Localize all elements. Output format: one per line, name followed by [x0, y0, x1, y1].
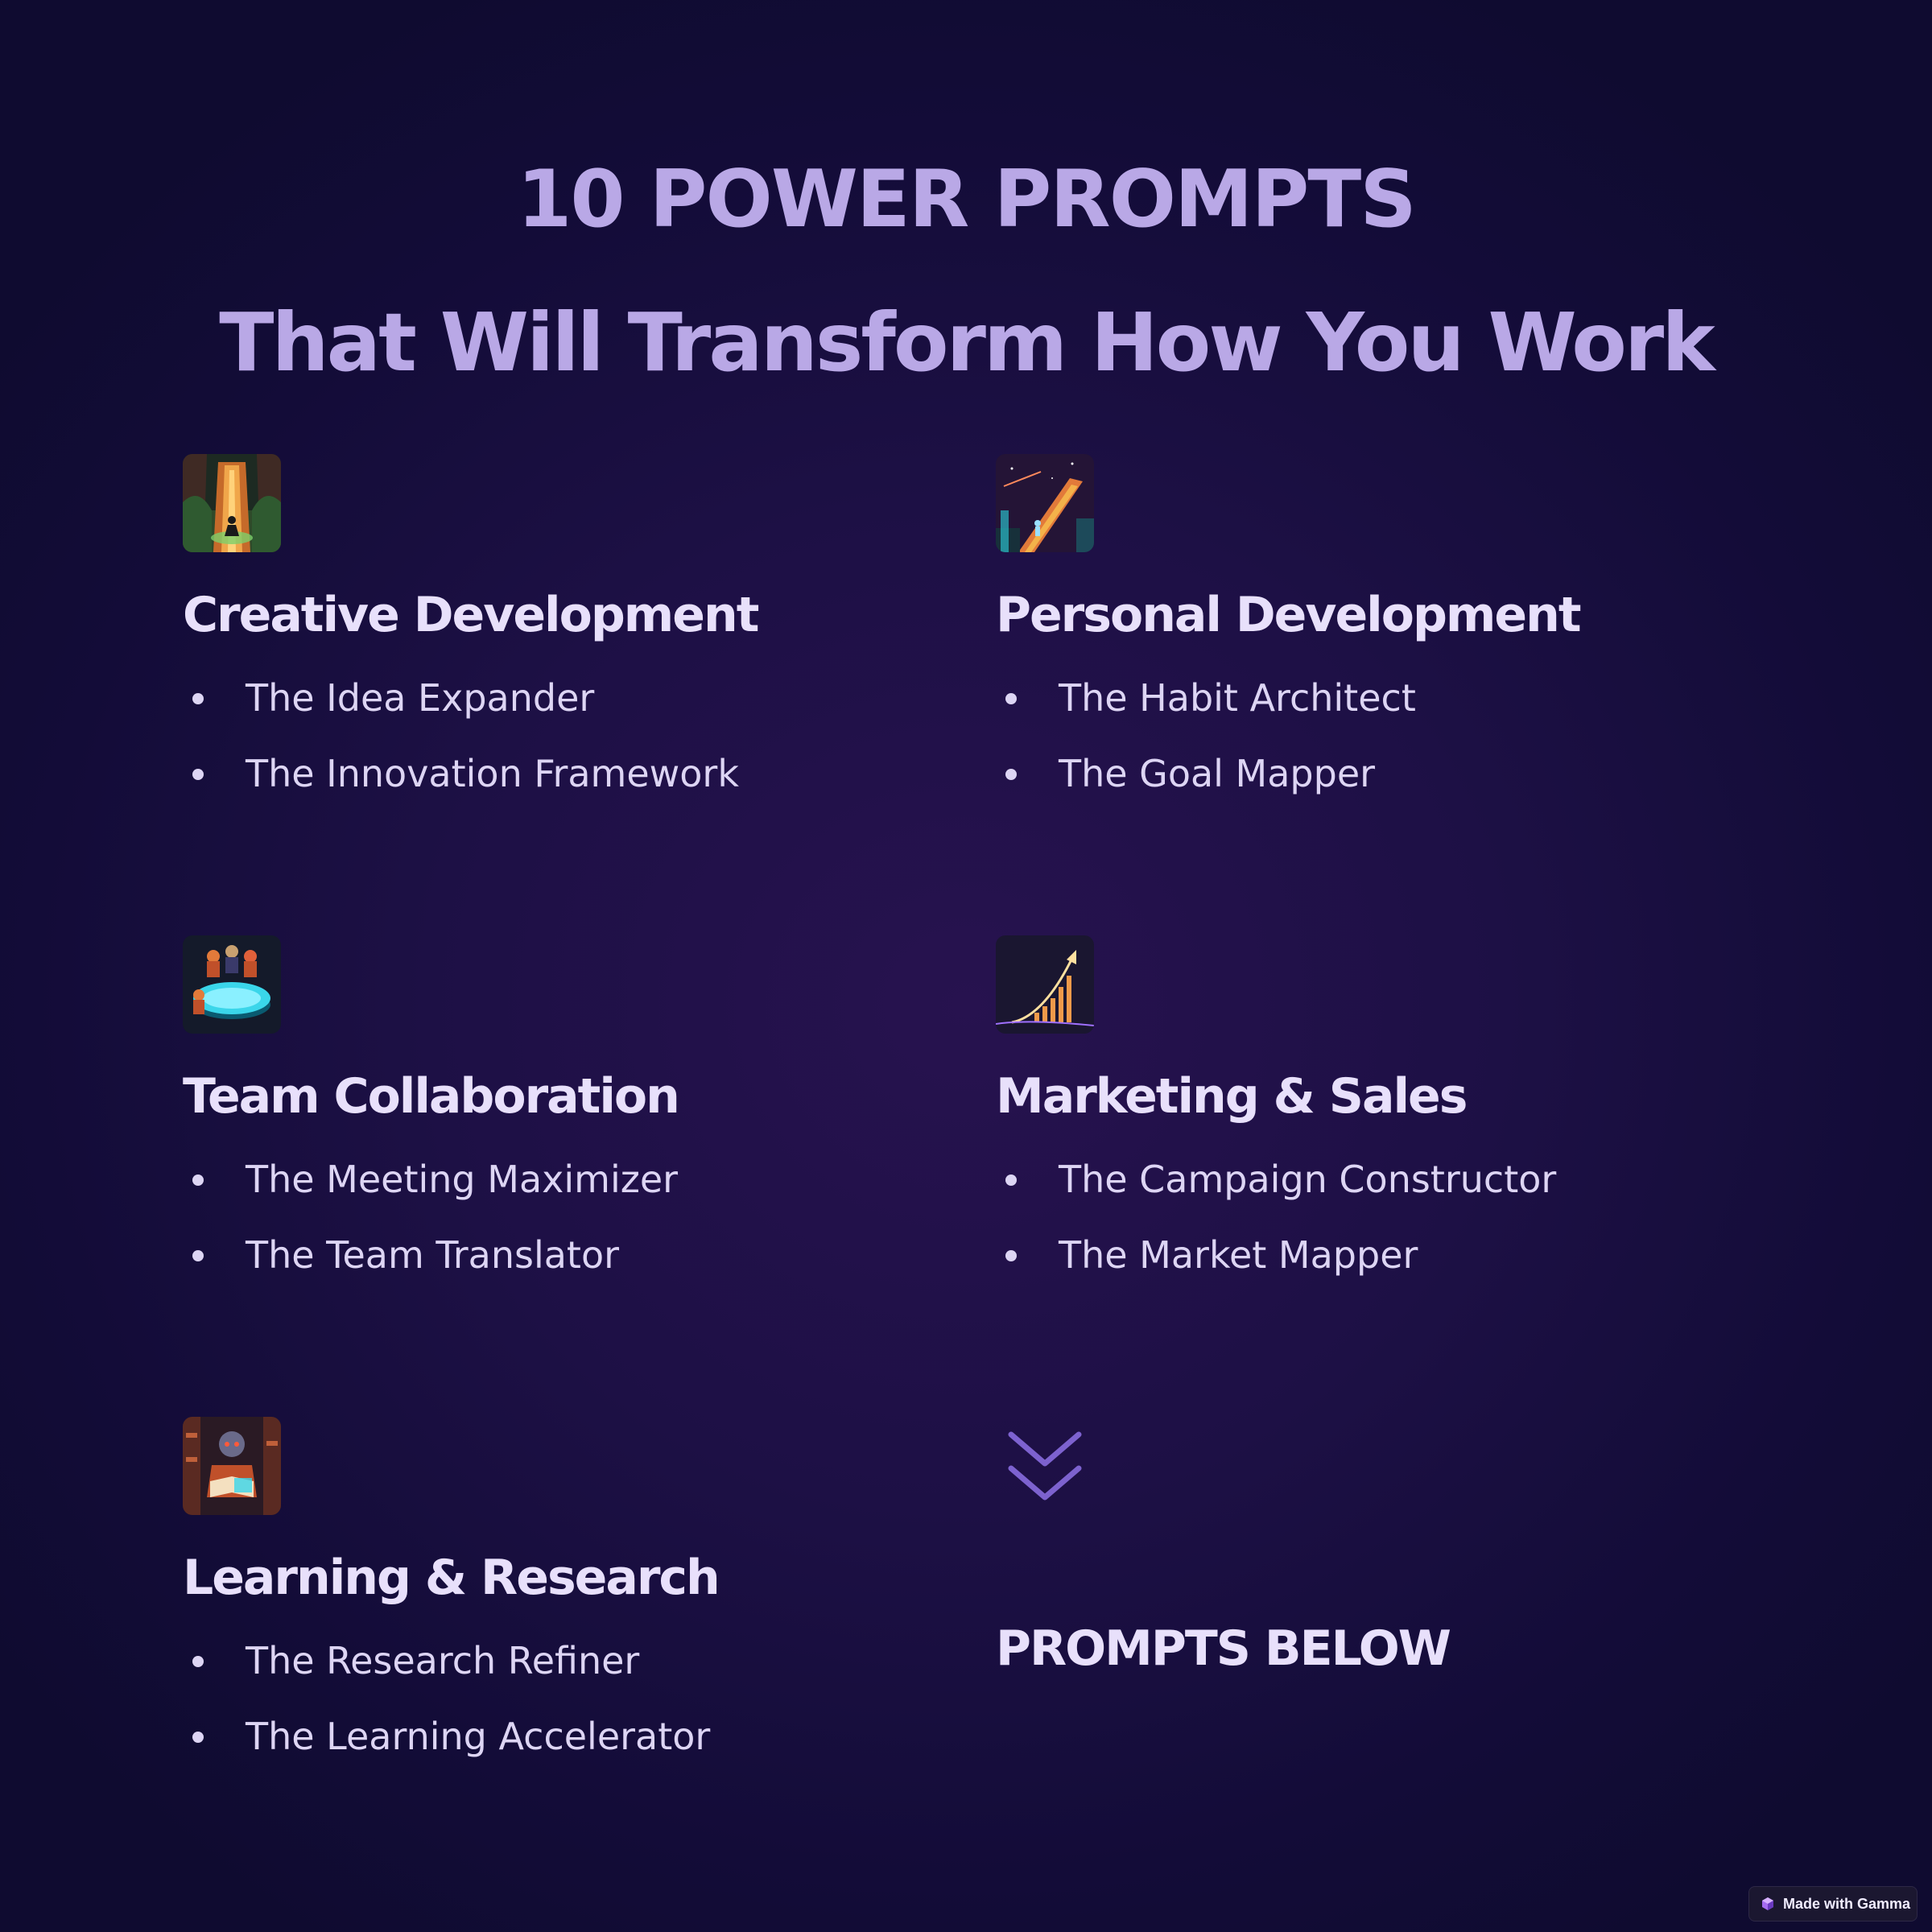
prompt-list: The Meeting Maximizer The Team Translato… [183, 1151, 678, 1302]
section-heading: Creative Development [183, 587, 759, 643]
list-item-label: The Campaign Constructor [1059, 1158, 1557, 1201]
list-item-label: The Research Refiner [246, 1639, 640, 1682]
gamma-logo-icon [1761, 1897, 1775, 1911]
list-item-label: The Innovation Framework [246, 752, 739, 795]
bullet-icon [192, 693, 204, 704]
bullet-icon [1005, 769, 1017, 780]
badge-label: Made with Gamma [1783, 1895, 1911, 1912]
page-subtitle: That Will Transform How You Work [219, 295, 1715, 390]
prompt-list: The Habit Architect The Goal Mapper [996, 670, 1416, 821]
made-with-gamma-badge[interactable]: Made with Gamma [1748, 1886, 1918, 1922]
list-item: The Meeting Maximizer [183, 1151, 678, 1227]
list-item-label: The Learning Accelerator [246, 1715, 711, 1758]
prompt-list: The Campaign Constructor The Market Mapp… [996, 1151, 1556, 1302]
list-item-label: The Goal Mapper [1059, 752, 1376, 795]
bullet-icon [192, 1174, 204, 1186]
growth-chart-icon [996, 935, 1094, 1034]
prompts-below-label: PROMPTS BELOW [996, 1620, 1451, 1677]
list-item: The Goal Mapper [996, 745, 1416, 821]
list-item-label: The Meeting Maximizer [246, 1158, 679, 1201]
bullet-icon [192, 1656, 204, 1667]
list-item: The Habit Architect [996, 670, 1416, 745]
list-item: The Idea Expander [183, 670, 739, 745]
reading-robot-icon [183, 1417, 281, 1515]
team-table-icon [183, 935, 281, 1034]
meditation-forest-icon [183, 454, 281, 552]
list-item: The Innovation Framework [183, 745, 739, 821]
bullet-icon [192, 1250, 204, 1261]
list-item: The Research Refiner [183, 1633, 710, 1708]
double-chevron-down-icon [1005, 1426, 1085, 1507]
slide: 10 POWER PROMPTS That Will Transform How… [0, 0, 1932, 1932]
prompt-list: The Research Refiner The Learning Accele… [183, 1633, 710, 1784]
list-item-label: The Team Translator [246, 1233, 619, 1277]
prompt-list: The Idea Expander The Innovation Framewo… [183, 670, 739, 821]
section-heading: Personal Development [996, 587, 1581, 643]
list-item-label: The Habit Architect [1059, 676, 1416, 720]
bullet-icon [192, 769, 204, 780]
section-heading: Team Collaboration [183, 1068, 680, 1125]
list-item: The Market Mapper [996, 1227, 1556, 1302]
section-heading: Learning & Research [183, 1550, 720, 1606]
bullet-icon [1005, 1174, 1017, 1186]
bullet-icon [1005, 1250, 1017, 1261]
bullet-icon [1005, 693, 1017, 704]
section-heading: Marketing & Sales [996, 1068, 1468, 1125]
list-item: The Learning Accelerator [183, 1708, 710, 1784]
staircase-climb-icon [996, 454, 1094, 552]
list-item: The Team Translator [183, 1227, 678, 1302]
list-item: The Campaign Constructor [996, 1151, 1556, 1227]
list-item-label: The Market Mapper [1059, 1233, 1418, 1277]
bullet-icon [192, 1732, 204, 1743]
list-item-label: The Idea Expander [246, 676, 595, 720]
page-title: 10 POWER PROMPTS [517, 154, 1417, 246]
